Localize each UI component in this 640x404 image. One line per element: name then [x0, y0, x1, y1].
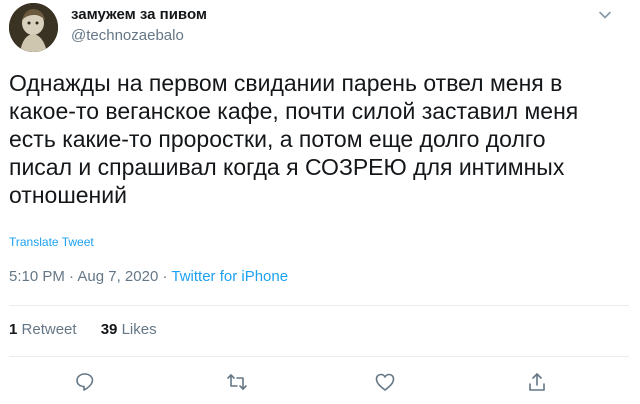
reply-icon[interactable]: [74, 371, 96, 393]
tweet-date[interactable]: Aug 7, 2020: [77, 268, 158, 285]
retweets-label: Retweet: [21, 321, 77, 338]
display-name[interactable]: замужем за пивом: [71, 6, 207, 23]
tweet-text-line: есть какие-то проростки, а потом еще дол…: [9, 126, 546, 152]
tweet-text-line: какое-то веганское кафе, почти силой зас…: [9, 98, 579, 124]
tweet-meta: 5:10 PM · Aug 7, 2020 · Twitter for iPho…: [9, 268, 288, 285]
tweet-stats: 1 Retweet 39 Likes: [9, 321, 177, 338]
retweet-icon[interactable]: [226, 371, 248, 393]
likes-count: 39: [100, 321, 118, 338]
tweet-actions: [0, 371, 640, 393]
translate-tweet-link[interactable]: Translate Tweet: [9, 235, 94, 249]
chevron-down-icon[interactable]: [596, 6, 614, 24]
divider: [9, 356, 629, 357]
tweet-time[interactable]: 5:10 PM: [9, 268, 65, 285]
meta-separator: ·: [64, 268, 78, 285]
tweet-text-line: писал и спрашивал когда я СОЗРЕЮ для инт…: [9, 154, 565, 180]
likes-stat[interactable]: 39 Likes: [101, 321, 157, 338]
share-icon[interactable]: [526, 371, 548, 393]
tweet-text-line: отношений: [9, 182, 127, 208]
retweets-stat[interactable]: 1 Retweet: [9, 321, 77, 338]
avatar[interactable]: [9, 3, 58, 52]
tweet-text: Однажды на первом свидании парень отвел …: [9, 69, 609, 209]
likes-label: Likes: [121, 321, 157, 338]
user-handle[interactable]: @technozaebalo: [71, 27, 184, 44]
tweet-source-link[interactable]: Twitter for iPhone: [171, 268, 288, 285]
retweets-count: 1: [9, 321, 18, 338]
meta-separator: ·: [158, 268, 172, 285]
divider: [9, 305, 629, 306]
heart-icon[interactable]: [374, 371, 396, 393]
tweet-text-line: Однажды на первом свидании парень отвел …: [9, 70, 563, 96]
